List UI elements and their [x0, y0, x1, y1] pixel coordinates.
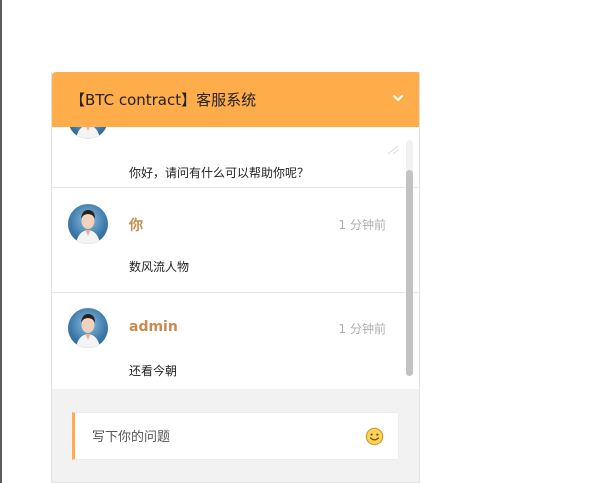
chat-title: 【BTC contract】客服系统 [70, 91, 257, 109]
message-input-box[interactable] [72, 412, 399, 460]
chat-header[interactable]: 【BTC contract】客服系统 [52, 72, 419, 127]
message-text: 数风流人物 [129, 260, 190, 274]
compose-area [52, 389, 419, 482]
avatar [68, 204, 108, 244]
smiley-icon[interactable] [365, 427, 384, 446]
message-list[interactable]: 你好，请问有什么可以帮助你呢？ 你 1 分钟前 数风流人物 admin 1 分钟… [52, 127, 419, 389]
window-edge [0, 0, 2, 483]
message-item: admin 1 分钟前 还看今朝 [52, 292, 419, 389]
message-text: 还看今朝 [129, 364, 178, 378]
message-input[interactable] [90, 426, 354, 448]
message-item: 你好，请问有什么可以帮助你呢？ [52, 127, 419, 188]
avatar [68, 127, 108, 139]
chevron-down-icon[interactable] [391, 91, 405, 105]
chat-widget: 【BTC contract】客服系统 你好，请问有什么可以帮助你呢？ 你 1 分… [51, 72, 420, 483]
message-time: 1 分钟前 [338, 218, 386, 232]
message-sender: admin [129, 319, 178, 335]
scrollbar-thumb[interactable] [406, 170, 413, 376]
resize-icon [387, 145, 399, 155]
avatar [68, 308, 108, 348]
message-text: 你好，请问有什么可以帮助你呢？ [129, 166, 310, 180]
message-sender: 你 [129, 218, 143, 234]
message-item: 你 1 分钟前 数风流人物 [52, 188, 419, 293]
message-time: 1 分钟前 [338, 322, 386, 336]
